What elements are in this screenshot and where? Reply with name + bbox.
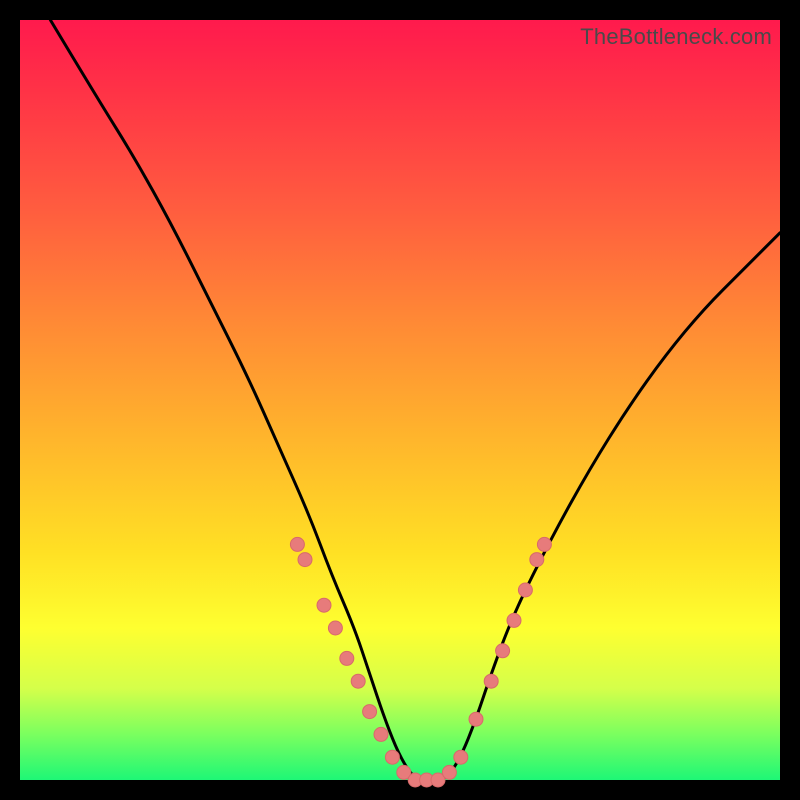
accent-dot [518,583,532,597]
accent-dot [290,537,304,551]
plot-area: TheBottleneck.com [20,20,780,780]
accent-dot [351,674,365,688]
accent-dot [469,712,483,726]
accent-dots-group [290,537,551,787]
bottleneck-curve-svg [20,20,780,780]
accent-dot [340,651,354,665]
accent-dot [317,598,331,612]
accent-dot [442,765,456,779]
accent-dot [385,750,399,764]
accent-dot [363,705,377,719]
accent-dot [454,750,468,764]
chart-frame: TheBottleneck.com [0,0,800,800]
accent-dot [507,613,521,627]
accent-dot [530,553,544,567]
accent-dot [496,644,510,658]
accent-dot [328,621,342,635]
bottleneck-curve [50,20,780,780]
accent-dot [537,537,551,551]
accent-dot [374,727,388,741]
accent-dot [484,674,498,688]
accent-dot [298,553,312,567]
